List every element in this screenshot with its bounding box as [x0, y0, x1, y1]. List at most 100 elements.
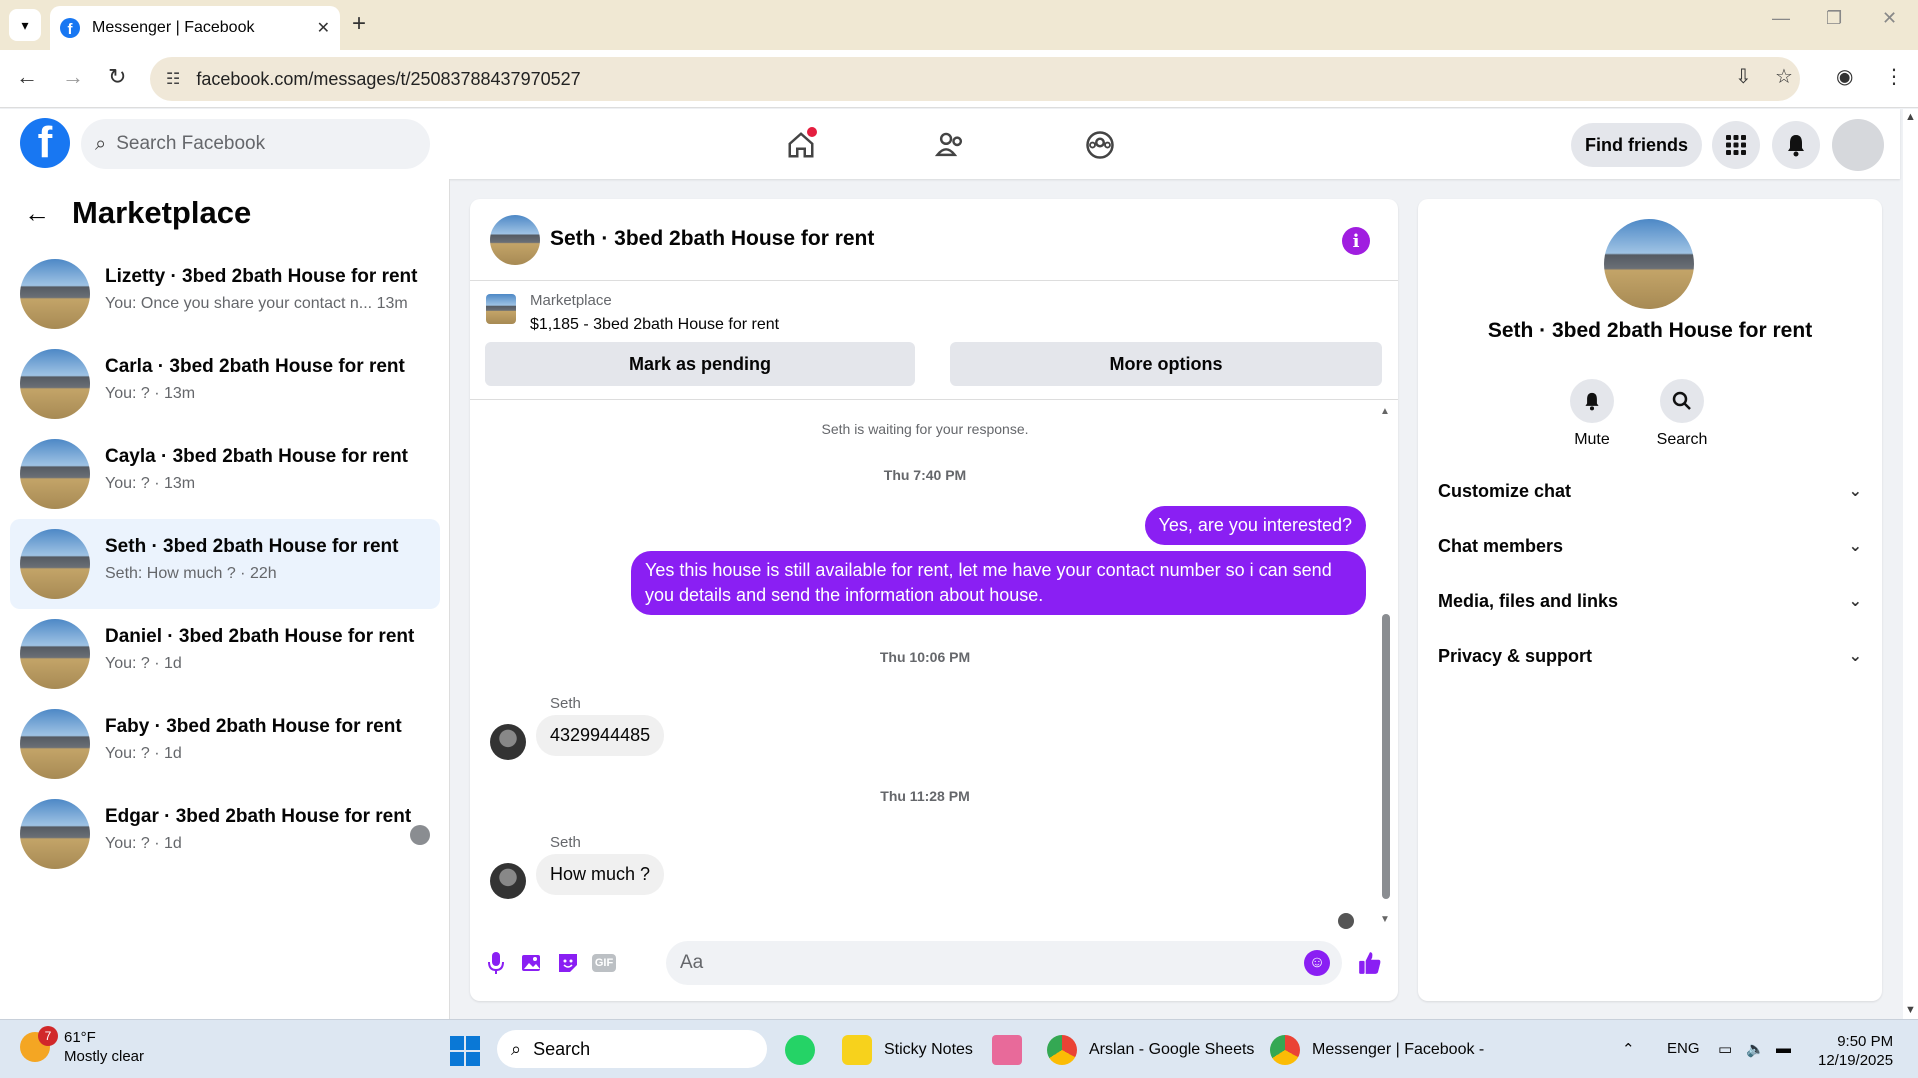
chat-thumbnail[interactable] [490, 215, 540, 265]
tab-search-button[interactable]: ▾ [9, 9, 41, 41]
profile-icon[interactable]: ◉ [1836, 64, 1853, 89]
sender-avatar[interactable] [490, 863, 526, 899]
details-thumbnail[interactable] [1604, 219, 1694, 309]
conversation-item[interactable]: Edgar · 3bed 2bath House for rent You: ?… [10, 789, 440, 879]
outgoing-message[interactable]: Yes this house is still available for re… [631, 551, 1366, 615]
windows-taskbar: 7 61°F Mostly clear ⌕ Search Sticky Note… [0, 1019, 1918, 1078]
facebook-logo[interactable]: f [20, 118, 70, 168]
taskbar-search[interactable]: ⌕ Search [497, 1030, 767, 1068]
snipping-tool-taskbar-icon[interactable] [992, 1030, 1034, 1070]
chat-title[interactable]: Seth · 3bed 2bath House for rent [550, 227, 874, 251]
conversation-preview: You: Once you share your contact n... 13… [105, 295, 408, 312]
chevron-down-icon: ⌄ [1848, 483, 1862, 500]
scroll-down-arrow-icon[interactable]: ▼ [1380, 914, 1390, 925]
tab-close-icon[interactable]: ✕ [317, 18, 330, 38]
language-indicator[interactable]: ENG [1667, 1040, 1700, 1057]
browser-tab-active[interactable]: f Messenger | Facebook ✕ [50, 6, 340, 50]
mute-button[interactable]: Mute [1552, 379, 1632, 449]
volume-icon[interactable]: 🔈 [1746, 1040, 1765, 1058]
close-window-button[interactable]: ✕ [1882, 8, 1897, 29]
conversation-item[interactable]: Daniel · 3bed 2bath House for rent You: … [10, 609, 440, 699]
back-arrow-icon[interactable]: ← [24, 198, 50, 229]
address-bar[interactable]: ☷ facebook.com/messages/t/25083788437970… [150, 57, 1800, 101]
listing-price[interactable]: $1,185 - 3bed 2bath House for rent [530, 316, 779, 334]
minimize-button[interactable]: — [1772, 8, 1790, 29]
marketplace-conversation-list: ← Marketplace Lizetty · 3bed 2bath House… [0, 179, 450, 1019]
listing-banner: Marketplace $1,185 - 3bed 2bath House fo… [470, 282, 1398, 400]
incoming-message[interactable]: How much ? [536, 854, 665, 895]
conversation-item[interactable]: Faby · 3bed 2bath House for rent You: ? … [10, 699, 440, 789]
network-icon[interactable]: ▭ [1718, 1040, 1732, 1058]
new-tab-button[interactable]: + [352, 10, 366, 38]
chat-details-panel: Seth · 3bed 2bath House for rent Mute Se… [1418, 199, 1882, 1001]
conversation-name: Carla · 3bed 2bath House for rent [105, 356, 405, 377]
conversation-item-active[interactable]: Seth · 3bed 2bath House for rent Seth: H… [10, 519, 440, 609]
whatsapp-taskbar-icon[interactable] [785, 1030, 827, 1070]
chat-scrollbar[interactable]: ▲ ▼ [1380, 406, 1392, 925]
conversation-item[interactable]: Carla · 3bed 2bath House for rent You: ?… [10, 339, 440, 429]
site-info-icon[interactable]: ☷ [166, 69, 180, 89]
reload-button[interactable]: ↻ [108, 64, 126, 90]
timestamp: Thu 10:06 PM [879, 649, 971, 665]
listing-thumbnail-small[interactable] [486, 294, 516, 324]
back-button[interactable]: ← [16, 64, 38, 90]
privacy-support-row[interactable]: Privacy & support ⌄ [1438, 634, 1862, 678]
scroll-up-arrow-icon[interactable]: ▲ [1380, 406, 1390, 417]
page-scrollbar[interactable]: ▲ ▼ [1903, 109, 1918, 1019]
scrollbar-thumb[interactable] [1382, 614, 1390, 899]
chat-members-row[interactable]: Chat members ⌄ [1438, 524, 1862, 568]
find-friends-button[interactable]: Find friends [1571, 123, 1702, 167]
search-icon: ⌕ [511, 1038, 522, 1059]
sender-avatar[interactable] [490, 724, 526, 760]
weather-widget[interactable]: 7 61°F Mostly clear [20, 1026, 144, 1066]
friends-nav-icon[interactable] [929, 123, 973, 167]
app-label: Messenger | Facebook - [1312, 1041, 1485, 1058]
tab-title: Messenger | Facebook [92, 19, 255, 36]
groups-nav-icon[interactable] [1078, 123, 1122, 167]
forward-button[interactable]: → [62, 64, 84, 90]
conversation-item[interactable]: Cayla · 3bed 2bath House for rent You: ?… [10, 429, 440, 519]
chrome-sheets-taskbar-app[interactable]: Arslan - Google Sheets [1047, 1030, 1254, 1070]
incoming-message[interactable]: 4329944485 [536, 715, 665, 756]
message-input[interactable]: Aa ☺ [666, 941, 1342, 985]
menu-grid-icon[interactable] [1712, 121, 1760, 169]
clock-date: 12/19/2025 [1818, 1052, 1894, 1069]
gif-icon[interactable]: GIF [590, 949, 618, 977]
row-label: Customize chat [1438, 480, 1572, 501]
listing-thumbnail [20, 439, 90, 509]
home-nav-icon[interactable] [779, 123, 823, 167]
start-button[interactable] [450, 1036, 480, 1066]
notifications-bell-icon[interactable] [1772, 121, 1820, 169]
info-icon[interactable]: i [1342, 227, 1370, 255]
search-in-chat-button[interactable]: Search [1642, 379, 1722, 449]
restore-button[interactable]: ❐ [1826, 8, 1842, 29]
media-files-links-row[interactable]: Media, files and links ⌄ [1438, 579, 1862, 623]
photo-icon[interactable] [518, 949, 546, 977]
emoji-icon[interactable]: ☺ [1304, 950, 1330, 976]
tray-overflow-icon[interactable]: ⌃ [1622, 1040, 1635, 1058]
sticky-notes-taskbar-app[interactable]: Sticky Notes [842, 1030, 973, 1070]
more-options-button[interactable]: More options [950, 342, 1382, 386]
microphone-icon[interactable] [482, 949, 510, 977]
battery-icon[interactable]: ▬ [1776, 1040, 1791, 1057]
bookmark-star-icon[interactable]: ☆ [1775, 64, 1793, 89]
scroll-up-arrow-icon[interactable]: ▲ [1905, 111, 1916, 123]
account-avatar[interactable] [1832, 119, 1884, 171]
notification-dot [807, 127, 817, 137]
sticker-icon[interactable] [554, 949, 582, 977]
mark-as-pending-button[interactable]: Mark as pending [485, 342, 915, 386]
row-label: Media, files and links [1438, 590, 1619, 611]
conversation-preview: You: ? · 1d [105, 745, 182, 762]
conversation-item[interactable]: Lizetty · 3bed 2bath House for rent You:… [10, 249, 440, 339]
thumbs-up-icon[interactable] [1356, 949, 1384, 977]
outgoing-message[interactable]: Yes, are you interested? [1144, 506, 1366, 545]
facebook-search-input[interactable]: ⌕ Search Facebook [81, 119, 430, 169]
customize-chat-row[interactable]: Customize chat ⌄ [1438, 469, 1862, 513]
chevron-down-icon: ⌄ [1848, 593, 1862, 610]
listing-thumbnail [20, 619, 90, 689]
install-app-icon[interactable]: ⇩ [1735, 64, 1752, 89]
system-clock[interactable]: 9:50 PM 12/19/2025 [1818, 1032, 1893, 1070]
chrome-messenger-taskbar-app[interactable]: Messenger | Facebook - [1270, 1030, 1484, 1070]
scroll-down-arrow-icon[interactable]: ▼ [1905, 1004, 1916, 1016]
browser-menu-icon[interactable]: ⋮ [1884, 64, 1904, 89]
